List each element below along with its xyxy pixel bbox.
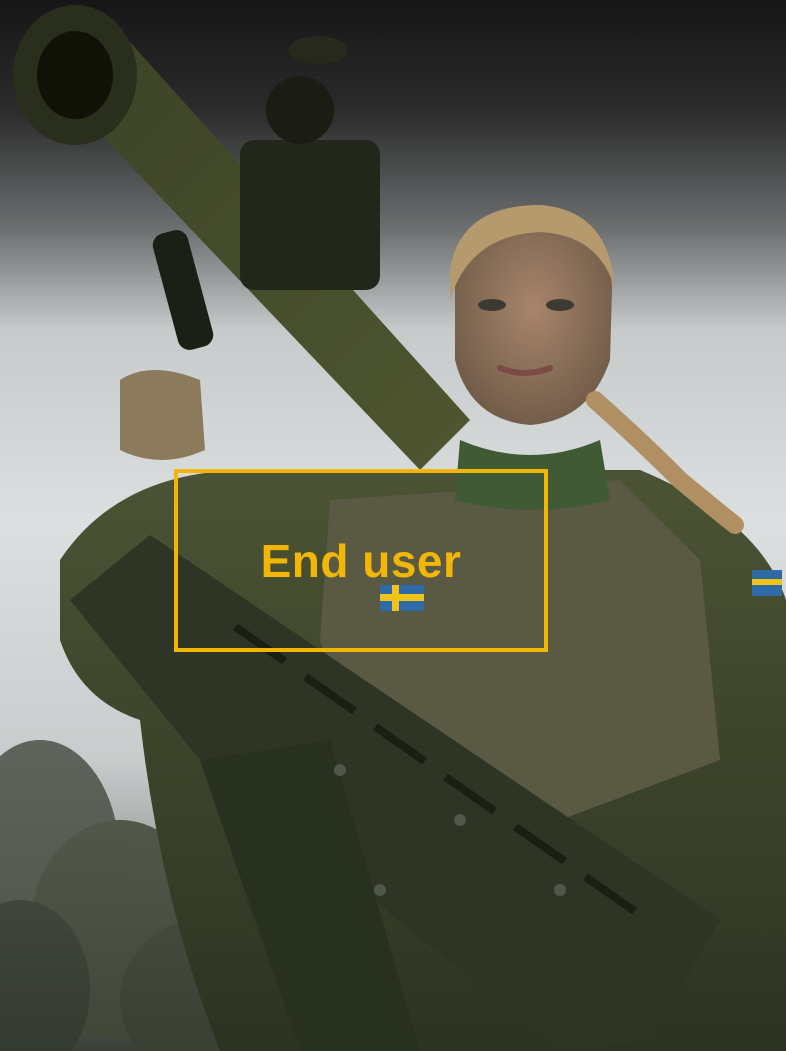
hero-photo: End user: [0, 0, 786, 1051]
end-user-label-box: End user: [174, 469, 548, 652]
launcher-tube: [13, 5, 470, 470]
end-user-label: End user: [260, 534, 462, 587]
